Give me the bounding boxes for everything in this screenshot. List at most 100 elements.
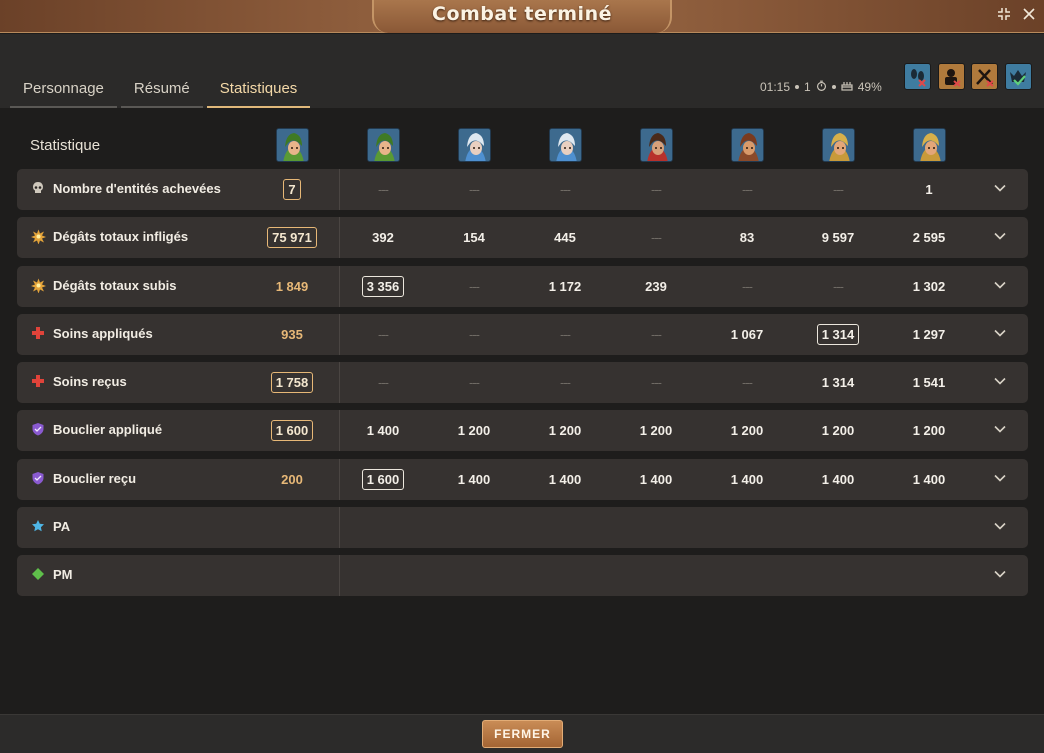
footprints-lock-icon[interactable] — [904, 63, 931, 90]
chevron-down-icon[interactable] — [992, 422, 1008, 438]
stat-label: Soins appliqués — [53, 326, 153, 341]
stat-value: 1 400 — [366, 423, 400, 438]
stat-value: 1 400 — [548, 472, 582, 487]
stat-value: 1 200 — [821, 423, 855, 438]
stat-value: 1 200 — [457, 423, 491, 438]
stat-value: 1 302 — [912, 279, 946, 294]
stat-label: PM — [53, 567, 73, 582]
brown-hair-character-icon[interactable] — [731, 128, 764, 162]
stat-label: Bouclier appliqué — [53, 422, 163, 437]
stat-row[interactable]: Bouclier appliqué 1 600 1 400 1 200 1 200 1 2… — [17, 410, 1028, 451]
column-divider — [339, 266, 340, 307]
stat-row[interactable]: Dégâts totaux infligés 75 971 392 154 445 ---… — [17, 217, 1028, 258]
stat-value: 445 — [554, 230, 576, 245]
stat-row[interactable]: Nombre d'entités achevées 7 --- --- --- --- --… — [17, 169, 1028, 210]
stat-value: --- — [833, 182, 844, 197]
chevron-down-icon[interactable] — [992, 278, 1008, 294]
diamond-icon — [30, 567, 46, 583]
stat-value: 1 400 — [639, 472, 673, 487]
stat-label: Bouclier reçu — [53, 471, 137, 486]
tab-personnage[interactable]: Personnage — [10, 70, 117, 108]
tab-statistiques[interactable]: Statistiques — [206, 70, 311, 108]
stat-row[interactable]: Soins reçus 1 758 --- --- --- --- --- 1 314 1 54… — [17, 362, 1028, 403]
red-hood-character-icon[interactable] — [640, 128, 673, 162]
explosion-icon — [30, 278, 46, 294]
padlock-character-icon[interactable] — [938, 63, 965, 90]
stat-value: --- — [560, 327, 571, 342]
fight-turns: 1 — [804, 80, 811, 94]
stat-value: --- — [651, 375, 662, 390]
column-divider — [339, 459, 340, 500]
chevron-down-icon[interactable] — [992, 181, 1008, 197]
stat-value: --- — [651, 327, 662, 342]
stat-value: --- — [833, 279, 844, 294]
fight-duration: 01:15 — [760, 80, 791, 94]
chevron-down-icon[interactable] — [992, 471, 1008, 487]
collapse-arrows-icon[interactable] — [995, 7, 1013, 25]
stat-value: --- — [742, 182, 753, 197]
stat-value: 9 597 — [821, 230, 855, 245]
stat-value: --- — [378, 327, 389, 342]
stat-value: --- — [378, 375, 389, 390]
stat-value: 1 600 — [343, 459, 423, 500]
shield-icon — [30, 471, 46, 487]
heal-cross-icon — [30, 326, 46, 342]
stat-row[interactable]: Dégâts totaux subis 1 849 3 356 --- 1 172 239… — [17, 266, 1028, 307]
stat-value: 1 — [925, 182, 933, 197]
stat-label: Dégâts totaux infligés — [53, 229, 189, 244]
stat-value: 1 172 — [548, 279, 582, 294]
separator-dot — [795, 85, 800, 89]
close-x-icon[interactable] — [1020, 7, 1038, 25]
stat-row[interactable]: Soins appliqués 935 --- --- --- --- 1 067 1 314… — [17, 314, 1028, 355]
blue-hat-character-icon[interactable] — [549, 128, 582, 162]
stat-value: --- — [742, 279, 753, 294]
explosion-icon — [30, 229, 46, 245]
chevron-down-icon[interactable] — [992, 567, 1008, 583]
swords-barrier-icon[interactable] — [971, 63, 998, 90]
stat-value: 1 067 — [730, 327, 764, 342]
stat-value: --- — [469, 182, 480, 197]
stat-value: --- — [651, 182, 662, 197]
star-icon — [30, 519, 46, 535]
green-hood-character-icon[interactable] — [367, 128, 400, 162]
stat-value: 1 400 — [457, 472, 491, 487]
blue-hat-character-icon[interactable] — [458, 128, 491, 162]
column-divider — [339, 362, 340, 403]
stat-value: --- — [469, 327, 480, 342]
chevron-down-icon[interactable] — [992, 229, 1008, 245]
yellow-hair-character-icon[interactable] — [822, 128, 855, 162]
stat-total: 935 — [281, 327, 303, 342]
heal-cross-icon — [30, 374, 46, 390]
chevron-down-icon[interactable] — [992, 326, 1008, 342]
stat-value: 239 — [645, 279, 667, 294]
close-button[interactable]: FERMER — [482, 720, 563, 748]
monster-check-icon[interactable] — [1005, 63, 1032, 90]
green-hood-character-icon[interactable] — [276, 128, 309, 162]
stat-value: 1 400 — [821, 472, 855, 487]
stat-row[interactable]: PA — [17, 507, 1028, 548]
tab-resume[interactable]: Résumé — [120, 70, 203, 108]
fight-info: 01:15 1 49% — [760, 79, 882, 95]
column-divider — [339, 169, 340, 210]
shield-icon — [30, 422, 46, 438]
stat-total: 7 — [252, 169, 332, 210]
chevron-down-icon[interactable] — [992, 374, 1008, 390]
stat-row[interactable]: Bouclier reçu 200 1 600 1 400 1 400 1 400 1 40… — [17, 459, 1028, 500]
stat-value: 1 541 — [912, 375, 946, 390]
stat-total: 200 — [281, 472, 303, 487]
column-divider — [339, 507, 340, 548]
stat-value: --- — [651, 230, 662, 245]
stat-value: --- — [560, 182, 571, 197]
separator-dot — [831, 85, 836, 89]
chevron-down-icon[interactable] — [992, 519, 1008, 535]
stat-value: 392 — [372, 230, 394, 245]
stat-value: --- — [469, 279, 480, 294]
yellow-hair-character-icon[interactable] — [913, 128, 946, 162]
stat-value: 1 400 — [912, 472, 946, 487]
stat-total: 75 971 — [252, 217, 332, 258]
stat-value: 1 200 — [548, 423, 582, 438]
stat-value: 83 — [739, 230, 755, 245]
stat-value: --- — [560, 375, 571, 390]
stat-value: 2 595 — [912, 230, 946, 245]
stat-row[interactable]: PM — [17, 555, 1028, 596]
